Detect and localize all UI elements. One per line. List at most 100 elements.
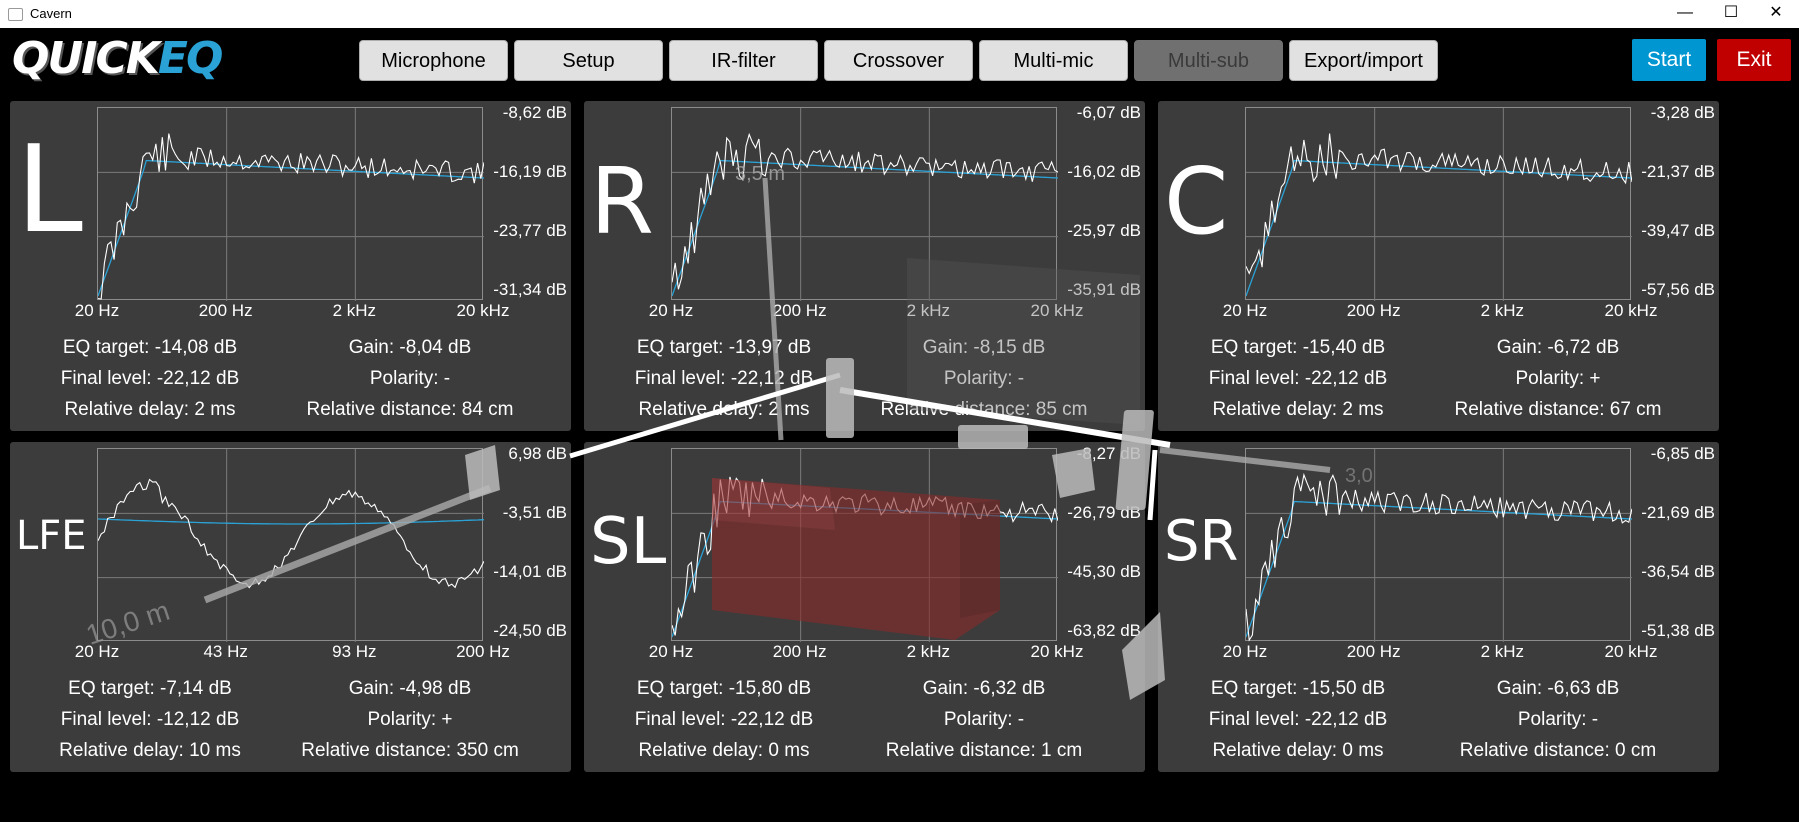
tab-setup[interactable]: Setup <box>514 40 663 81</box>
channel-panel-sr: SR -6,85 dB -21,69 dB -36,54 dB -51,38 dB 20 … <box>1158 442 1719 772</box>
y-tick-label: -23,77 dB <box>493 221 567 240</box>
gain-text: Gain: -6,72 dB <box>1496 337 1620 358</box>
channel-label: L <box>16 121 83 260</box>
frequency-response-graph <box>671 107 1058 301</box>
relative-distance-text: Relative distance: 67 cm <box>1454 399 1662 420</box>
target-curve <box>98 518 484 525</box>
channel-panel-l: L -8,62 dB -16,19 dB -23,77 dB -31,34 dB 20 H… <box>10 101 571 431</box>
x-tick-label: 2 kHz <box>332 301 377 320</box>
maximize-button[interactable]: ☐ <box>1708 0 1754 28</box>
gain-text: Gain: -6,63 dB <box>1496 678 1620 699</box>
x-tick-label: 200 Hz <box>1346 301 1401 320</box>
x-tick-label: 200 Hz <box>772 642 827 661</box>
x-tick-label: 20 kHz <box>1030 642 1084 661</box>
frequency-response-graph <box>97 448 484 642</box>
relative-delay-text: Relative delay: 2 ms <box>638 399 810 420</box>
measured-curve <box>672 476 1058 636</box>
channel-panel-lfe: LFE 6,98 dB -3,51 dB -14,01 dB -24,50 dB 20 H… <box>10 442 571 772</box>
relative-distance-text: Relative distance: 0 cm <box>1459 740 1657 761</box>
tab-microphone[interactable]: Microphone <box>359 40 508 81</box>
gain-text: Gain: -6,32 dB <box>922 678 1046 699</box>
frequency-response-graph <box>97 107 484 301</box>
relative-distance-text: Relative distance: 1 cm <box>885 740 1083 761</box>
eq-target-text: EQ target: -13,97 dB <box>636 337 812 358</box>
start-button[interactable]: Start <box>1632 39 1706 81</box>
target-curve <box>1246 159 1632 297</box>
y-tick-label: -25,97 dB <box>1067 221 1141 240</box>
y-tick-label: -24,50 dB <box>493 621 567 640</box>
tab-export-import[interactable]: Export/import <box>1289 40 1438 81</box>
eq-target-text: EQ target: -15,40 dB <box>1210 337 1386 358</box>
relative-distance-text: Relative distance: 85 cm <box>880 399 1088 420</box>
relative-delay-text: Relative delay: 2 ms <box>64 399 236 420</box>
gain-text: Gain: -8,15 dB <box>922 337 1046 358</box>
x-tick-label: 200 Hz <box>198 301 253 320</box>
x-tick-label: 43 Hz <box>203 642 248 661</box>
polarity-text: Polarity: - <box>369 368 451 389</box>
channel-label: LFE <box>16 513 87 559</box>
final-level-text: Final level: -22,12 dB <box>1208 709 1388 730</box>
relative-distance-text: Relative distance: 84 cm <box>306 399 514 420</box>
x-tick-label: 20 kHz <box>456 301 510 320</box>
y-tick-label: -8,62 dB <box>502 103 567 122</box>
y-tick-label: -26,79 dB <box>1067 503 1141 522</box>
y-tick-label: -39,47 dB <box>1641 221 1715 240</box>
tab-ir-filter[interactable]: IR-filter <box>669 40 818 81</box>
gain-text: Gain: -4,98 dB <box>348 678 472 699</box>
y-tick-label: -16,02 dB <box>1067 162 1141 181</box>
y-tick-label: -3,51 dB <box>502 503 567 522</box>
y-tick-label: 6,98 dB <box>508 444 567 463</box>
x-tick-label: 2 kHz <box>906 642 951 661</box>
channel-label: SR <box>1164 509 1239 574</box>
x-tick-label: 20 kHz <box>1030 301 1084 320</box>
relative-delay-text: Relative delay: 2 ms <box>1212 399 1384 420</box>
eq-target-text: EQ target: -14,08 dB <box>62 337 238 358</box>
final-level-text: Final level: -22,12 dB <box>1208 368 1388 389</box>
tab-multi-mic[interactable]: Multi-mic <box>979 40 1128 81</box>
final-level-text: Final level: -22,12 dB <box>634 709 814 730</box>
x-tick-label: 200 Hz <box>456 642 510 661</box>
tab-crossover[interactable]: Crossover <box>824 40 973 81</box>
measured-curve <box>98 133 484 300</box>
tab-multi-sub: Multi-sub <box>1134 40 1283 81</box>
frequency-response-graph <box>1245 448 1632 642</box>
final-level-text: Final level: -12,12 dB <box>60 709 240 730</box>
quickeq-logo: QUICKEQ <box>12 33 223 84</box>
x-tick-label: 20 kHz <box>1604 301 1658 320</box>
y-tick-label: -51,38 dB <box>1641 621 1715 640</box>
eq-target-text: EQ target: -15,50 dB <box>1210 678 1386 699</box>
minimize-button[interactable]: — <box>1662 0 1708 28</box>
x-tick-label: 2 kHz <box>1480 301 1525 320</box>
channel-panel-c: C -3,28 dB -21,37 dB -39,47 dB -57,56 dB 20 H… <box>1158 101 1719 431</box>
target-curve <box>672 159 1058 297</box>
channel-label: SL <box>590 505 667 579</box>
x-tick-label: 200 Hz <box>772 301 827 320</box>
final-level-text: Final level: -22,12 dB <box>60 368 240 389</box>
x-tick-label: 93 Hz <box>332 642 377 661</box>
polarity-text: Polarity: - <box>943 709 1025 730</box>
frequency-response-graph <box>1245 107 1632 301</box>
y-tick-label: -57,56 dB <box>1641 280 1715 299</box>
x-tick-label: 20 Hz <box>1222 301 1268 320</box>
exit-button[interactable]: Exit <box>1717 39 1791 81</box>
x-tick-label: 20 Hz <box>1222 642 1268 661</box>
title-bar: Cavern — ☐ ✕ <box>0 0 1799 28</box>
relative-distance-text: Relative distance: 350 cm <box>301 740 519 761</box>
app-icon <box>8 8 23 21</box>
close-window-button[interactable]: ✕ <box>1753 0 1799 28</box>
channel-label: R <box>590 148 654 255</box>
y-tick-label: -8,27 dB <box>1076 444 1141 463</box>
relative-delay-text: Relative delay: 0 ms <box>1212 740 1384 761</box>
polarity-text: Polarity: - <box>943 368 1025 389</box>
x-tick-label: 200 Hz <box>1346 642 1401 661</box>
y-tick-label: -3,28 dB <box>1650 103 1715 122</box>
y-tick-label: -63,82 dB <box>1067 621 1141 640</box>
x-tick-label: 20 Hz <box>74 642 120 661</box>
y-tick-label: -6,07 dB <box>1076 103 1141 122</box>
final-level-text: Final level: -22,12 dB <box>634 368 814 389</box>
x-tick-label: 20 Hz <box>648 301 694 320</box>
target-curve <box>672 500 1058 638</box>
y-tick-label: -45,30 dB <box>1067 562 1141 581</box>
polarity-text: Polarity: + <box>367 709 453 730</box>
y-tick-label: -21,37 dB <box>1641 162 1715 181</box>
